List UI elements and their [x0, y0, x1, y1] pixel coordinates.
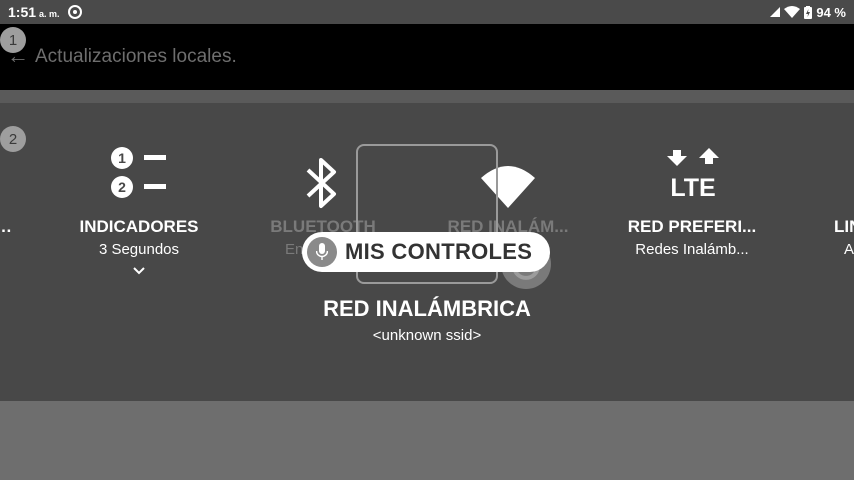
battery-percent: 94 % [816, 4, 846, 20]
microphone-icon [307, 237, 337, 267]
tile-subtitle: A [844, 241, 854, 258]
status-ampm: a. m. [39, 8, 60, 19]
badge-2: 2 [0, 126, 26, 152]
tile-subtitle: 3 Segundos [98, 241, 180, 258]
battery-icon [804, 5, 813, 19]
tile-partial-right[interactable]: LIN A [834, 217, 854, 258]
app-bar: ← Actualizaciones locales. [0, 24, 854, 90]
tile-indicadores[interactable]: INDICADORES 3 Segundos [59, 217, 219, 258]
page-title: Actualizaciones locales. [35, 46, 237, 67]
focused-subtitle: <unknown ssid> [372, 327, 482, 344]
tile-red-preferida[interactable]: RED PREFERI... Redes Inalámb... [612, 217, 772, 258]
tile-title: INDICADORES [79, 217, 199, 236]
divider-strip [0, 90, 854, 103]
mis-controles-button[interactable]: MIS CONTROLES [302, 232, 550, 272]
lte-icon-text: LTE [670, 174, 715, 200]
wifi-status-icon [784, 6, 801, 18]
status-right: 94 % [770, 5, 846, 20]
lte-icon: LTE [667, 148, 719, 200]
status-time: 1:51 [8, 4, 37, 20]
mis-controles-label: MIS CONTROLES [345, 239, 533, 264]
notification-icon [67, 5, 82, 19]
chevron-down-icon[interactable] [133, 267, 145, 275]
tile-title: RED PREFERI... [627, 217, 757, 236]
bluetooth-icon [306, 158, 336, 208]
badge-1: 1 [0, 27, 26, 53]
tile-subtitle: Redes Inalámb... [635, 241, 749, 258]
svg-text:1: 1 [118, 150, 126, 166]
numbered-list-icon: 1 2 [111, 147, 166, 198]
signal-icon [770, 7, 781, 17]
focused-title: RED INALÁMBRICA [323, 296, 531, 321]
svg-text:2: 2 [118, 179, 126, 195]
status-bar: 1:51 a. m. 94 % [0, 0, 854, 24]
tile-title: LIN [834, 217, 854, 236]
